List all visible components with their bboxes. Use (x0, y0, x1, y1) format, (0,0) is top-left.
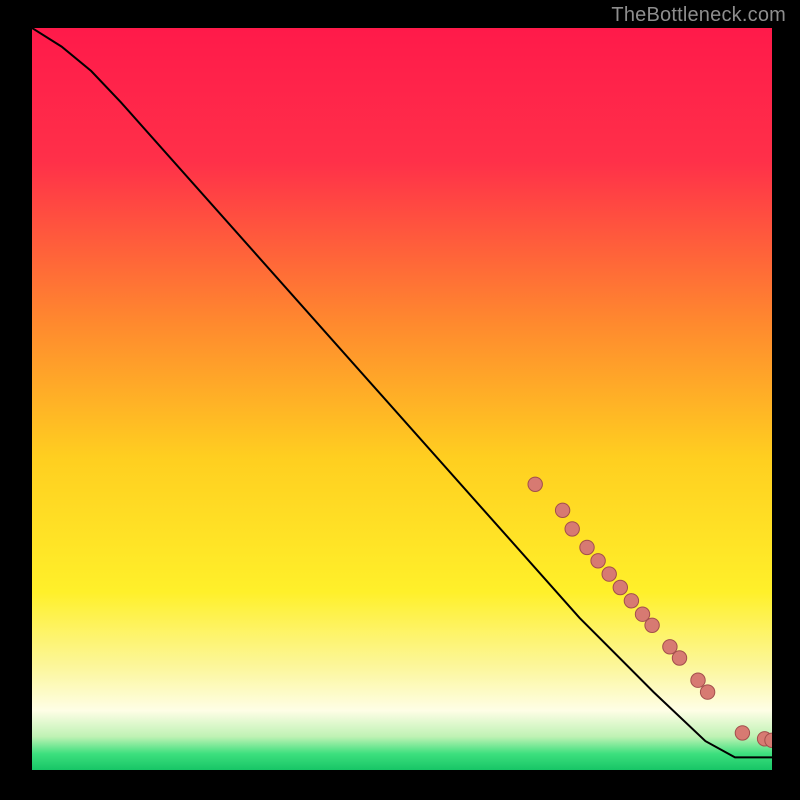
chart-svg (32, 28, 772, 770)
data-marker (555, 503, 569, 517)
attribution-label: TheBottleneck.com (611, 4, 786, 27)
data-marker (613, 580, 627, 594)
data-marker (528, 477, 542, 491)
data-marker (691, 673, 705, 687)
gradient-background (32, 28, 772, 770)
data-marker (672, 651, 686, 665)
chart-plot-area (32, 28, 772, 770)
data-marker (591, 554, 605, 568)
data-marker (700, 685, 714, 699)
data-marker (645, 618, 659, 632)
data-marker (565, 522, 579, 536)
data-marker (735, 726, 749, 740)
data-marker (580, 540, 594, 554)
data-marker (602, 567, 616, 581)
chart-stage: TheBottleneck.com (0, 0, 800, 800)
data-marker (624, 594, 638, 608)
